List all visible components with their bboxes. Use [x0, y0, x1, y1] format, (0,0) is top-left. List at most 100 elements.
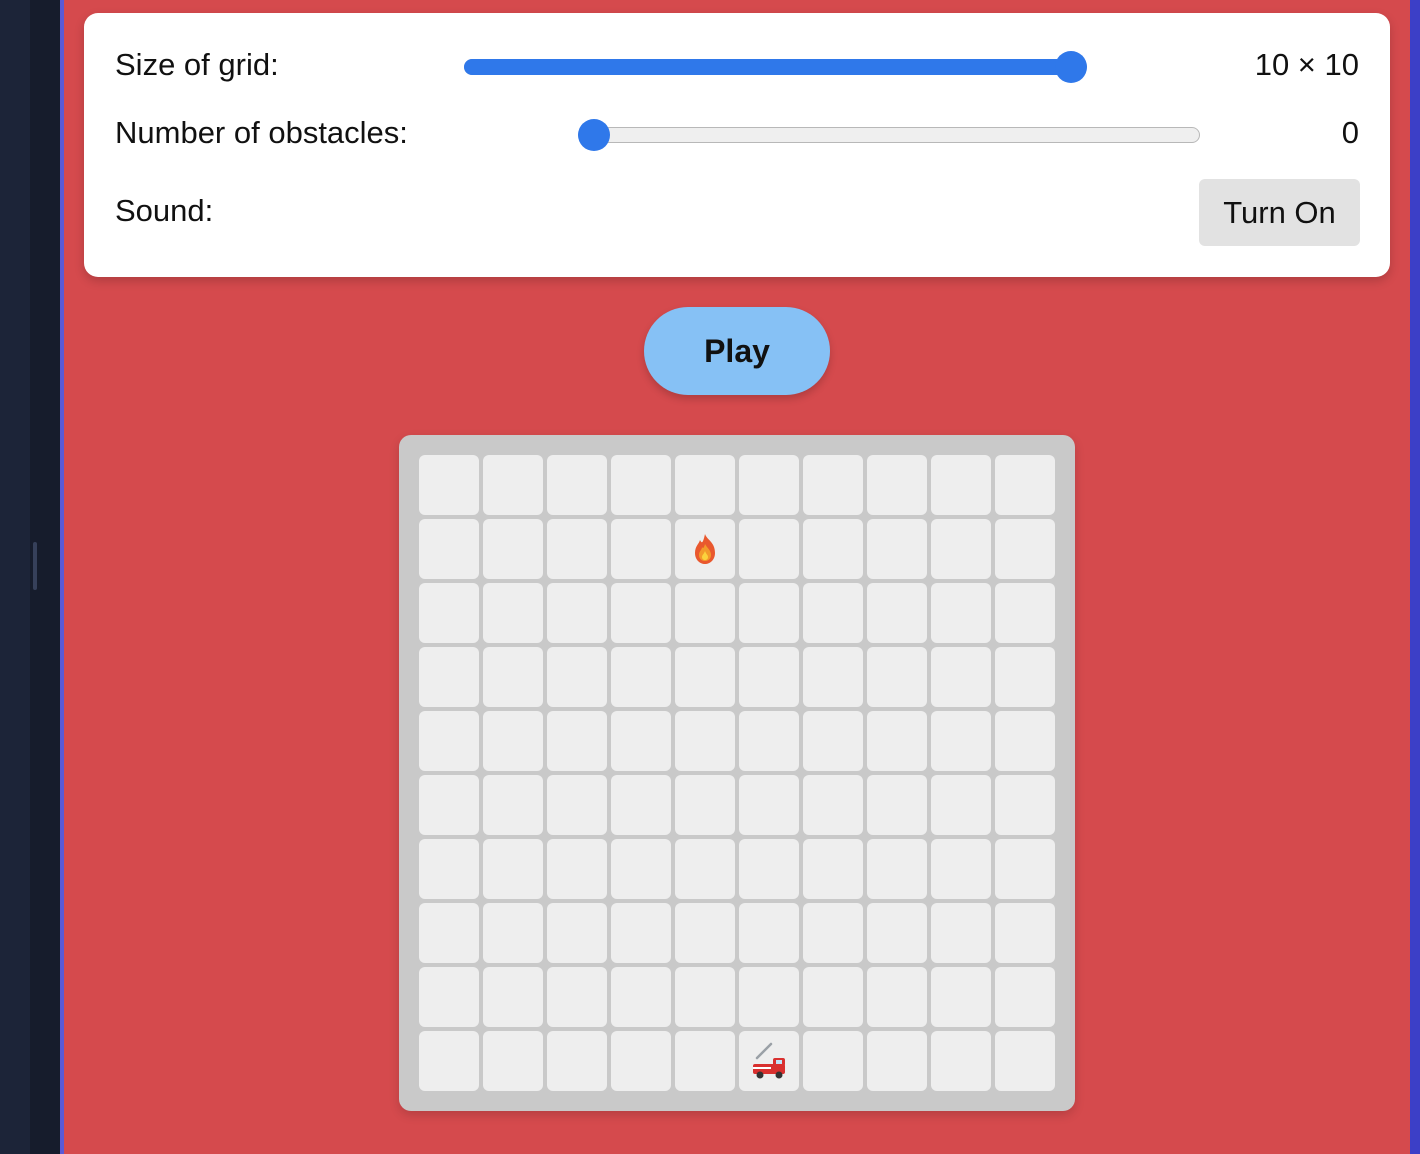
- board-cell[interactable]: [803, 711, 863, 771]
- board-cell[interactable]: [483, 711, 543, 771]
- board-cell[interactable]: [483, 455, 543, 515]
- play-button[interactable]: Play: [644, 307, 830, 395]
- board-cell[interactable]: [803, 967, 863, 1027]
- board-cell[interactable]: [931, 647, 991, 707]
- board-cell[interactable]: [739, 1031, 799, 1091]
- board-cell[interactable]: [995, 519, 1055, 579]
- board-cell[interactable]: [867, 967, 927, 1027]
- board-cell[interactable]: [675, 711, 735, 771]
- board-cell[interactable]: [931, 839, 991, 899]
- board-cell[interactable]: [675, 647, 735, 707]
- grid-size-slider[interactable]: [464, 50, 1087, 84]
- board-cell[interactable]: [867, 839, 927, 899]
- board-cell[interactable]: [739, 583, 799, 643]
- sound-toggle-button[interactable]: Turn On: [1199, 179, 1360, 246]
- board-cell[interactable]: [547, 455, 607, 515]
- board-cell[interactable]: [547, 519, 607, 579]
- board-cell[interactable]: [803, 647, 863, 707]
- board-cell[interactable]: [675, 903, 735, 963]
- board-cell[interactable]: [867, 583, 927, 643]
- board-cell[interactable]: [931, 1031, 991, 1091]
- board-cell[interactable]: [931, 903, 991, 963]
- board-cell[interactable]: [547, 647, 607, 707]
- board-cell[interactable]: [419, 711, 479, 771]
- board-cell[interactable]: [611, 967, 671, 1027]
- board-cell[interactable]: [675, 1031, 735, 1091]
- board-cell[interactable]: [867, 775, 927, 835]
- board-cell[interactable]: [995, 967, 1055, 1027]
- board-cell[interactable]: [739, 903, 799, 963]
- board-cell[interactable]: [611, 583, 671, 643]
- board-cell[interactable]: [547, 711, 607, 771]
- board-cell[interactable]: [867, 903, 927, 963]
- grid-size-slider-thumb[interactable]: [1055, 51, 1087, 83]
- board-cell[interactable]: [739, 775, 799, 835]
- board-cell[interactable]: [611, 775, 671, 835]
- resize-handle[interactable]: [33, 542, 37, 590]
- board-cell[interactable]: [931, 711, 991, 771]
- board-cell[interactable]: [803, 583, 863, 643]
- obstacles-slider[interactable]: [578, 118, 1200, 152]
- board-cell[interactable]: [419, 1031, 479, 1091]
- board-cell[interactable]: [739, 711, 799, 771]
- board-cell[interactable]: [739, 839, 799, 899]
- board-cell[interactable]: [803, 903, 863, 963]
- board-cell[interactable]: [931, 775, 991, 835]
- board-cell[interactable]: [547, 583, 607, 643]
- board-cell[interactable]: [483, 519, 543, 579]
- board-cell[interactable]: [867, 647, 927, 707]
- board-cell[interactable]: [995, 775, 1055, 835]
- board-cell[interactable]: [675, 583, 735, 643]
- board-cell[interactable]: [419, 839, 479, 899]
- board-cell[interactable]: [675, 775, 735, 835]
- board-cell[interactable]: [675, 455, 735, 515]
- board-cell[interactable]: [611, 903, 671, 963]
- board-cell[interactable]: [483, 1031, 543, 1091]
- board-cell[interactable]: [995, 455, 1055, 515]
- board-cell[interactable]: [995, 839, 1055, 899]
- board-cell[interactable]: [995, 711, 1055, 771]
- board-cell[interactable]: [995, 583, 1055, 643]
- board-cell[interactable]: [483, 967, 543, 1027]
- board-cell[interactable]: [483, 583, 543, 643]
- board-cell[interactable]: [547, 775, 607, 835]
- board-cell[interactable]: [483, 839, 543, 899]
- board-cell[interactable]: [867, 519, 927, 579]
- board-cell[interactable]: [931, 455, 991, 515]
- board-cell[interactable]: [675, 967, 735, 1027]
- board-cell[interactable]: [547, 967, 607, 1027]
- board-cell[interactable]: [739, 647, 799, 707]
- board-cell[interactable]: [867, 711, 927, 771]
- board-cell[interactable]: [803, 1031, 863, 1091]
- board-cell[interactable]: [739, 455, 799, 515]
- board-cell[interactable]: [803, 775, 863, 835]
- board-cell[interactable]: [547, 1031, 607, 1091]
- board-cell[interactable]: [419, 967, 479, 1027]
- board-cell[interactable]: [611, 1031, 671, 1091]
- board-cell[interactable]: [739, 519, 799, 579]
- board-cell[interactable]: [483, 903, 543, 963]
- board-cell[interactable]: [547, 839, 607, 899]
- board-cell[interactable]: [803, 455, 863, 515]
- board-cell[interactable]: [675, 519, 735, 579]
- board-cell[interactable]: [419, 647, 479, 707]
- board-cell[interactable]: [483, 775, 543, 835]
- board-cell[interactable]: [867, 455, 927, 515]
- board-cell[interactable]: [611, 455, 671, 515]
- board-cell[interactable]: [803, 519, 863, 579]
- board-cell[interactable]: [611, 519, 671, 579]
- board-cell[interactable]: [803, 839, 863, 899]
- board-cell[interactable]: [995, 903, 1055, 963]
- board-cell[interactable]: [931, 583, 991, 643]
- board-cell[interactable]: [995, 1031, 1055, 1091]
- board-cell[interactable]: [611, 711, 671, 771]
- board-cell[interactable]: [931, 519, 991, 579]
- board-cell[interactable]: [419, 519, 479, 579]
- obstacles-slider-thumb[interactable]: [578, 119, 610, 151]
- board-cell[interactable]: [867, 1031, 927, 1091]
- board-cell[interactable]: [419, 455, 479, 515]
- board-cell[interactable]: [483, 647, 543, 707]
- board-cell[interactable]: [419, 903, 479, 963]
- board-cell[interactable]: [419, 775, 479, 835]
- board-cell[interactable]: [995, 647, 1055, 707]
